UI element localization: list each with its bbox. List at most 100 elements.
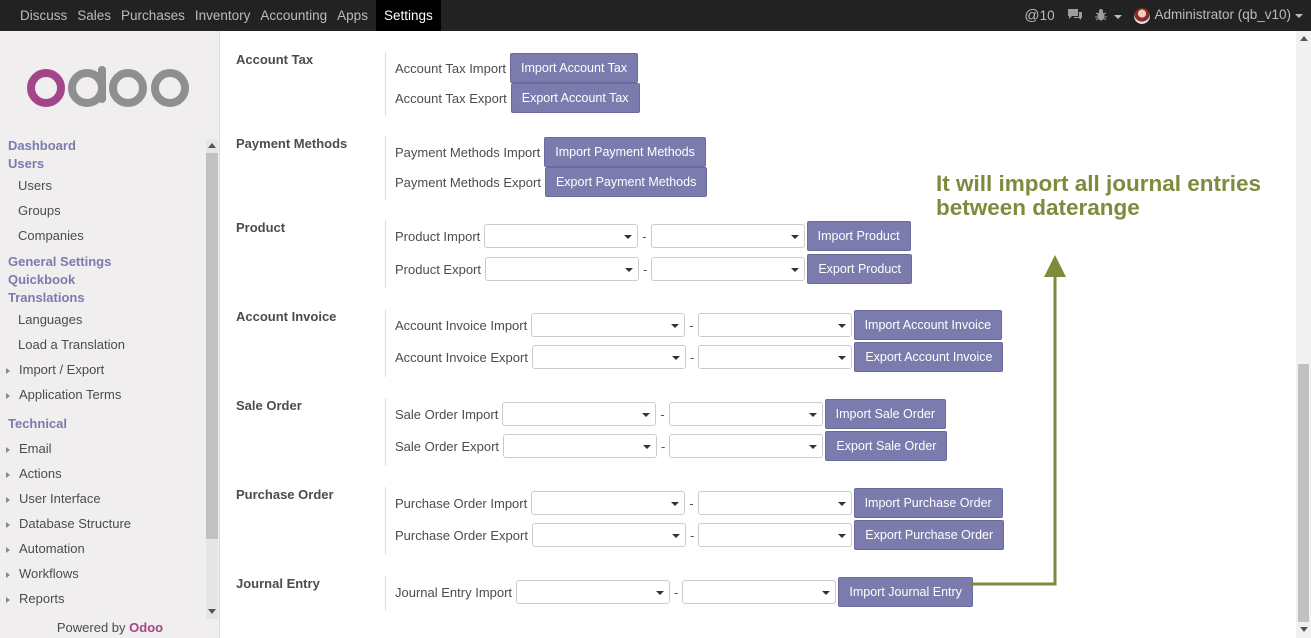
sidebar-item-automation[interactable]: Automation (0, 536, 205, 561)
date-to-select[interactable] (668, 402, 823, 426)
range-separator: - (660, 406, 665, 422)
range-separator: - (661, 438, 666, 454)
menu-purchases[interactable]: Purchases (116, 0, 190, 31)
sidebar-item-companies[interactable]: Companies (0, 223, 205, 248)
date-to-select[interactable] (669, 434, 824, 458)
scroll-down-icon[interactable] (208, 609, 216, 614)
import-sale-order-button[interactable]: Import Sale Order (824, 399, 947, 429)
sidebar-item-label: Reports (19, 591, 65, 606)
purchase-order-import-row: Purchase Order Import - Import Purchase … (395, 488, 1003, 518)
date-from-select[interactable] (531, 345, 686, 369)
sidebar-item-actions[interactable]: Actions (0, 461, 205, 486)
bug-icon (1094, 8, 1111, 24)
sidebar-item-label: Workflows (19, 566, 79, 581)
field-label: Journal Entry Import (395, 584, 513, 600)
sidebar-scrollbar-thumb[interactable] (206, 153, 218, 539)
divider (385, 309, 386, 377)
date-to-select[interactable] (651, 257, 806, 281)
export-payment-methods-button[interactable]: Export Payment Methods (544, 167, 708, 197)
date-from-select[interactable] (531, 523, 686, 547)
export-product-button[interactable]: Export Product (807, 254, 913, 284)
sidebar-item-application-terms[interactable]: Application Terms (0, 382, 205, 407)
odoo-logo[interactable] (25, 66, 195, 111)
sidebar-item-user-interface[interactable]: User Interface (0, 486, 205, 511)
range-separator: - (689, 317, 694, 333)
import-journal-entry-button[interactable]: Import Journal Entry (838, 577, 973, 607)
section-title: Purchase Order (236, 487, 334, 502)
export-account-tax-button[interactable]: Export Account Tax (510, 83, 640, 113)
caret-right-icon (6, 571, 10, 578)
date-from-select[interactable] (531, 491, 686, 515)
sidebar-item-import-export[interactable]: Import / Export (0, 357, 205, 382)
account-tax-export-row: Account Tax Export Export Account Tax (395, 83, 640, 113)
import-payment-methods-button[interactable]: Import Payment Methods (544, 137, 706, 167)
field-label: Payment Methods Import (395, 144, 541, 160)
date-to-select[interactable] (650, 224, 805, 248)
main-scrollbar-thumb[interactable] (1298, 364, 1309, 622)
powered-by-text: Powered by (56, 620, 126, 635)
caret-right-icon (6, 392, 10, 399)
debug-menu[interactable] (1094, 8, 1123, 24)
account-invoice-export-row: Account Invoice Export - Export Account … (395, 342, 1004, 372)
sidebar-item-general-settings[interactable]: General Settings (0, 253, 205, 271)
date-from-select[interactable] (516, 580, 671, 604)
menu-apps[interactable]: Apps (332, 0, 373, 31)
sidebar-item-label: Database Structure (19, 516, 132, 531)
sidebar-item-workflows[interactable]: Workflows (0, 561, 205, 586)
annotation-line-1: It will import all journal entries (936, 171, 1262, 196)
date-to-select[interactable] (697, 491, 852, 515)
sidebar-item-load-translation[interactable]: Load a Translation (0, 332, 205, 357)
date-from-select[interactable] (531, 313, 686, 337)
menu-sales[interactable]: Sales (72, 0, 116, 31)
field-label: Account Tax Export (395, 90, 507, 106)
sidebar-item-quickbook[interactable]: Quickbook (0, 271, 205, 289)
date-from-select[interactable] (485, 257, 639, 281)
sidebar-item-users[interactable]: Users (0, 173, 205, 198)
sidebar-item-database-structure[interactable]: Database Structure (0, 511, 205, 536)
date-to-select[interactable] (697, 313, 852, 337)
import-account-tax-button[interactable]: Import Account Tax (510, 53, 639, 83)
date-to-select[interactable] (682, 580, 837, 604)
date-to-select[interactable] (698, 523, 853, 547)
field-label: Product Import (395, 228, 481, 244)
export-sale-order-button[interactable]: Export Sale Order (825, 431, 948, 461)
scroll-down-icon[interactable] (1300, 627, 1308, 632)
range-separator: - (689, 349, 695, 365)
user-menu[interactable]: Administrator (qb_v10) (1134, 7, 1303, 24)
import-product-button[interactable]: Import Product (806, 221, 911, 251)
date-from-select[interactable] (502, 402, 657, 426)
divider (385, 398, 386, 466)
scroll-up-icon[interactable] (1300, 36, 1308, 41)
date-to-select[interactable] (698, 345, 853, 369)
sidebar-item-email[interactable]: Email (0, 436, 205, 461)
field-label: Account Invoice Import (395, 317, 528, 333)
caret-right-icon (6, 496, 10, 503)
sidebar-header-technical[interactable]: Technical (0, 415, 205, 433)
sale-order-export-row: Sale Order Export - Export Sale Order (395, 431, 948, 461)
menu-accounting[interactable]: Accounting (255, 0, 332, 31)
field-label: Product Export (395, 261, 481, 277)
menu-settings[interactable]: Settings (375, 0, 441, 31)
scroll-up-icon[interactable] (208, 143, 216, 148)
date-from-select[interactable] (484, 224, 639, 248)
sidebar-item-groups[interactable]: Groups (0, 198, 205, 223)
app-menu: Discuss Sales Purchases Inventory Accoun… (15, 0, 441, 31)
date-from-select[interactable] (503, 434, 658, 458)
powered-by-link[interactable]: Odoo (129, 620, 163, 635)
sidebar-item-reports[interactable]: Reports (0, 586, 205, 611)
mentions-indicator[interactable]: @10 (1024, 7, 1054, 24)
sidebar-item-languages[interactable]: Languages (0, 307, 205, 332)
annotation-callout: It will import all journal entries betwe… (936, 172, 1296, 220)
chat-icon[interactable] (1067, 8, 1083, 24)
field-label: Account Invoice Export (395, 349, 528, 365)
sidebar-header-users[interactable]: Users (0, 155, 205, 173)
menu-inventory[interactable]: Inventory (190, 0, 256, 31)
section-title: Account Invoice (236, 309, 337, 324)
sidebar-item-dashboard[interactable]: Dashboard (0, 137, 205, 155)
caret-right-icon (6, 446, 10, 453)
menu-discuss[interactable]: Discuss (15, 0, 72, 31)
sidebar-header-translations[interactable]: Translations (0, 289, 205, 307)
sidebar-item-label: Email (19, 441, 52, 456)
range-separator: - (689, 495, 694, 511)
sidebar-item-label: User Interface (19, 491, 101, 506)
